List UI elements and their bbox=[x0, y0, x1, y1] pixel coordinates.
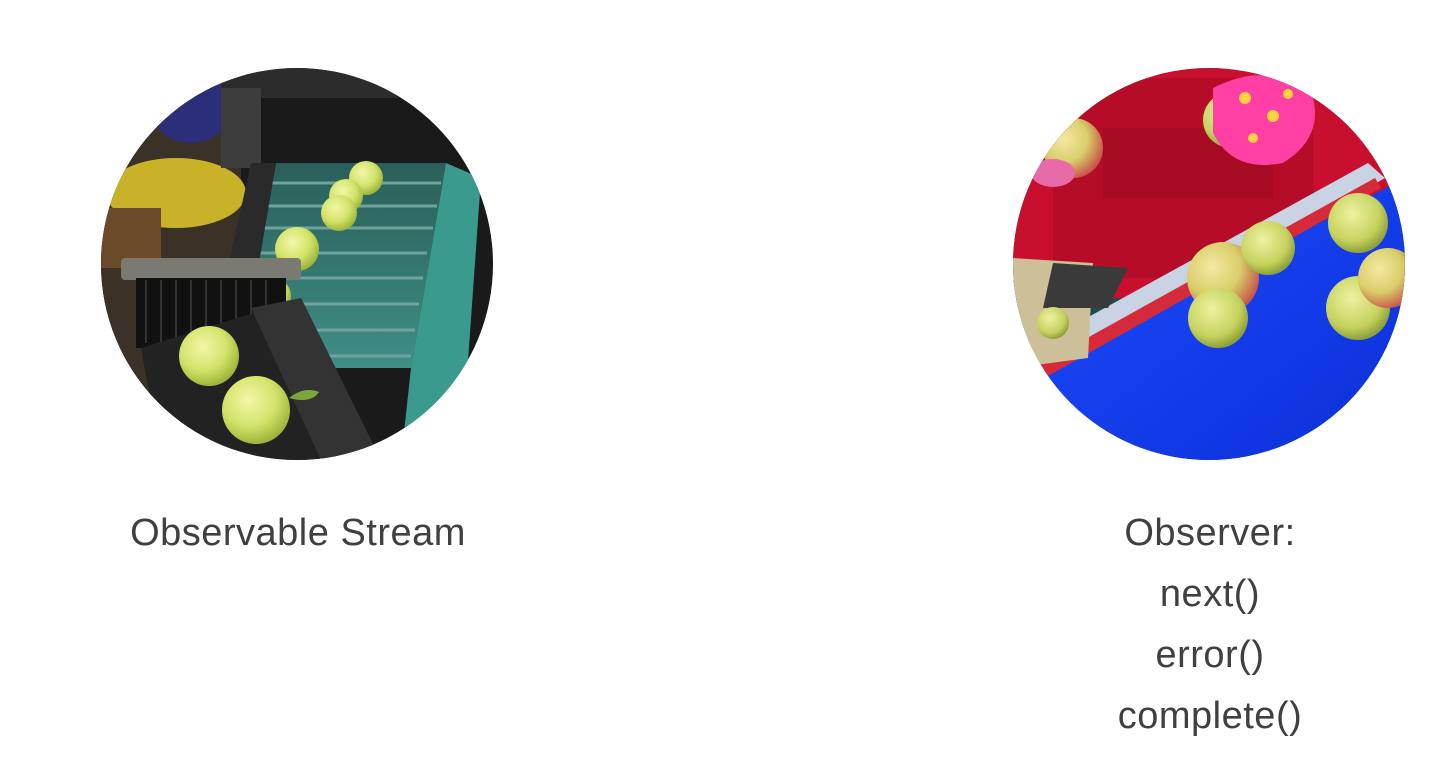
observer-photo bbox=[1013, 68, 1405, 460]
conveyor-apples-illustration bbox=[101, 68, 493, 460]
observer-complete-method: complete() bbox=[1117, 695, 1303, 737]
observer-next-method: next() bbox=[1159, 573, 1261, 615]
observable-stream-label: Observable Stream bbox=[130, 512, 466, 554]
slide: Observable Stream Observer: next() error… bbox=[0, 0, 1446, 768]
worker-apples-illustration bbox=[1013, 68, 1405, 460]
observer-caption: Observer: next() error() complete() bbox=[1010, 503, 1410, 747]
observable-stream-caption: Observable Stream bbox=[60, 503, 536, 564]
observer-error-method: error() bbox=[1155, 634, 1265, 676]
observable-stream-photo bbox=[101, 68, 493, 460]
observer-label: Observer: bbox=[1124, 512, 1296, 554]
